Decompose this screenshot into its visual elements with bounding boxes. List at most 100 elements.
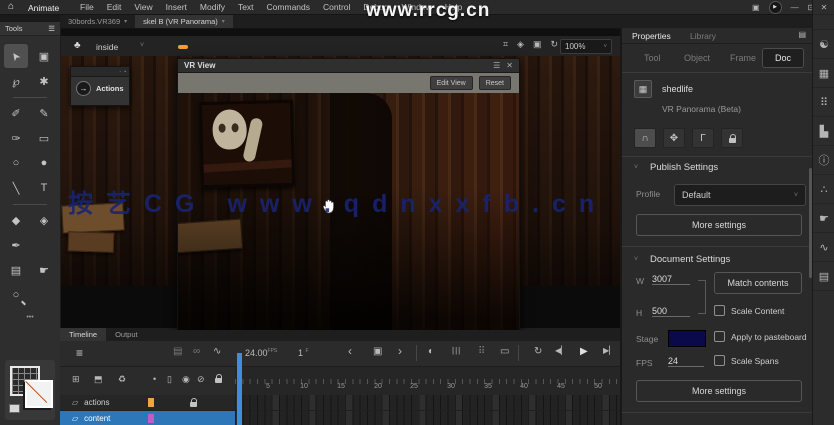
chevron-down-icon[interactable]: ˅ xyxy=(140,42,144,49)
match-contents-button[interactable]: Match contents xyxy=(714,272,802,294)
apply-to-pasteboard-checkbox[interactable] xyxy=(714,331,725,342)
hide-all-layers-icon[interactable]: ⊘ xyxy=(197,374,205,385)
color-panel-icon[interactable]: ☯ xyxy=(813,30,834,59)
menu-control[interactable]: Control xyxy=(323,2,350,12)
zoom-tool[interactable]: ○ xyxy=(4,283,28,307)
document-more-settings-button[interactable]: More settings xyxy=(636,380,802,402)
new-folder-button[interactable]: ⬒ xyxy=(94,374,103,385)
align-panel-icon[interactable]: ▙ xyxy=(813,117,834,146)
edit-multiple-frames-icon[interactable]: ▭ xyxy=(500,346,509,357)
oval-filled-tool[interactable]: ● xyxy=(32,151,56,175)
fragments-panel-icon[interactable]: ⠿ xyxy=(813,88,834,117)
clip-content-icon[interactable]: ▣ xyxy=(533,39,542,50)
minimize-icon[interactable]: — xyxy=(791,3,799,12)
tab-properties[interactable]: Properties xyxy=(632,31,671,41)
outline-layers-icon[interactable]: ▯ xyxy=(167,374,172,385)
playhead[interactable] xyxy=(237,353,242,425)
document-settings-title[interactable]: Document Settings xyxy=(650,254,730,265)
frame-ruler[interactable]: 5 10 15 20 25 30 35 40 45 50 xyxy=(235,367,620,395)
orbit-toggle[interactable]: ∩ xyxy=(634,128,656,148)
free-transform-tool[interactable]: ▣ xyxy=(32,44,56,68)
panel-menu-icon[interactable]: ☰ xyxy=(48,24,55,33)
asset-warp-tool[interactable]: ✱ xyxy=(32,69,56,93)
doc-tab-2[interactable]: skel B (VR Panorama) ▾ xyxy=(135,14,233,28)
subtab-frame[interactable]: Frame xyxy=(730,53,756,63)
panel-close-icon[interactable]: ✕ xyxy=(506,61,513,70)
swatches-panel-icon[interactable]: ▦ xyxy=(813,59,834,88)
play-button[interactable]: ▶ xyxy=(580,346,588,357)
record-play-icon[interactable]: ▶ xyxy=(768,0,782,14)
workspace-icon[interactable]: ▣ xyxy=(752,3,760,12)
onion-outline-icon[interactable]: ⠿ xyxy=(478,346,485,357)
menu-commands[interactable]: Commands xyxy=(267,2,310,12)
lasso-tool[interactable]: ℘ xyxy=(4,69,28,93)
lock-toggle[interactable] xyxy=(721,128,743,148)
step-forward-button[interactable]: ▶▏ xyxy=(603,346,615,355)
onion-skin-icon[interactable]: ||| xyxy=(452,346,461,355)
graph-editor-icon[interactable]: ∿ xyxy=(213,346,221,357)
paint-bucket-tool[interactable]: ◈ xyxy=(32,208,56,232)
pencil-tool[interactable]: ✑ xyxy=(4,126,28,150)
show-all-layers-icon[interactable]: ◉ xyxy=(182,374,190,385)
actions-popup[interactable]: ◦ ▪ → Actions xyxy=(70,66,130,106)
publish-more-settings-button[interactable]: More settings xyxy=(636,214,802,236)
selection-tool[interactable]: ➤ xyxy=(4,44,28,68)
menu-insert[interactable]: Insert xyxy=(166,2,187,12)
layer-color-swatch[interactable] xyxy=(148,398,155,407)
loop-playback-icon[interactable]: ↻ xyxy=(534,346,542,357)
chevron-down-icon[interactable]: ˅ xyxy=(634,256,638,263)
loop-icon[interactable]: ◐ xyxy=(428,346,434,357)
particles-panel-icon[interactable]: ∴ xyxy=(813,175,834,204)
text-tool[interactable]: T xyxy=(32,176,56,200)
layer-frames[interactable] xyxy=(235,411,620,425)
reset-button[interactable]: Reset xyxy=(478,76,511,90)
center-frame-button[interactable]: ▣ xyxy=(373,346,382,357)
corner-ruler-toggle[interactable]: Γ xyxy=(692,128,714,148)
panel-menu-icon[interactable]: ☰ xyxy=(493,61,500,70)
layer-row-actions[interactable]: ▱ actions xyxy=(60,395,620,411)
edit-view-button[interactable]: Edit View xyxy=(429,76,473,90)
colors-widget[interactable] xyxy=(5,360,55,420)
previous-keyframe-button[interactable]: ‹ xyxy=(348,344,352,358)
vr-view-titlebar[interactable]: VR View ☰ ✕ xyxy=(178,59,519,73)
eraser-tool[interactable]: ◆ xyxy=(4,208,28,232)
tab-library[interactable]: Library xyxy=(690,31,716,41)
zoom-level-dropdown[interactable]: 100% ˅ xyxy=(560,39,612,54)
layer-color-swatch[interactable] xyxy=(148,414,155,423)
menu-animate[interactable]: Animate xyxy=(28,3,59,13)
doc-tab-1[interactable]: 30bords.VR369 ▾ xyxy=(60,14,135,28)
highlight-layers-icon[interactable]: • xyxy=(153,374,156,384)
fps-input[interactable]: 24 xyxy=(668,356,704,367)
grid-icon[interactable]: ⌗ xyxy=(503,39,508,50)
scale-content-checkbox[interactable] xyxy=(714,305,725,316)
layer-frames[interactable] xyxy=(235,395,620,410)
rotate-stage-icon[interactable]: ↻ xyxy=(550,39,558,50)
subtab-doc[interactable]: Doc xyxy=(762,48,804,68)
hand-tool[interactable]: ☛ xyxy=(32,258,56,282)
layer-lock-icon[interactable] xyxy=(190,398,198,407)
gesture-panel-icon[interactable]: ☛ xyxy=(813,204,834,233)
subtab-object[interactable]: Object xyxy=(684,53,710,63)
scale-spans-checkbox[interactable] xyxy=(714,355,725,366)
publish-settings-title[interactable]: Publish Settings xyxy=(650,162,718,173)
close-icon[interactable]: ✕ xyxy=(813,0,834,15)
oval-tool[interactable]: ○ xyxy=(4,151,28,175)
width-input[interactable]: 3007 xyxy=(652,274,690,285)
layer-row-content[interactable]: ▱ content xyxy=(60,411,620,425)
apply-to-pasteboard-option[interactable]: Apply to pasteboard xyxy=(714,331,807,342)
pen-tool[interactable]: ✒ xyxy=(4,233,28,257)
camera-tool[interactable]: ▤ xyxy=(4,258,28,282)
profile-dropdown[interactable]: Default ˅ xyxy=(674,184,806,206)
line-tool[interactable]: ╲ xyxy=(4,176,28,200)
delete-layer-button[interactable]: ♻ xyxy=(118,374,126,385)
symbol-breadcrumb[interactable]: inside xyxy=(96,42,118,52)
scale-content-option[interactable]: Scale Content xyxy=(714,305,784,316)
current-frame-display[interactable]: 1 F xyxy=(298,348,309,358)
subtab-tool[interactable]: Tool xyxy=(644,53,661,63)
lock-all-layers-icon[interactable] xyxy=(215,374,222,383)
libraries-panel-icon[interactable]: ▤ xyxy=(813,262,834,291)
menu-file[interactable]: File xyxy=(80,2,94,12)
menu-text[interactable]: Text xyxy=(238,2,254,12)
classic-brush-tool[interactable]: ✎ xyxy=(32,101,56,125)
history-panel-icon[interactable]: ∿ xyxy=(813,233,834,262)
